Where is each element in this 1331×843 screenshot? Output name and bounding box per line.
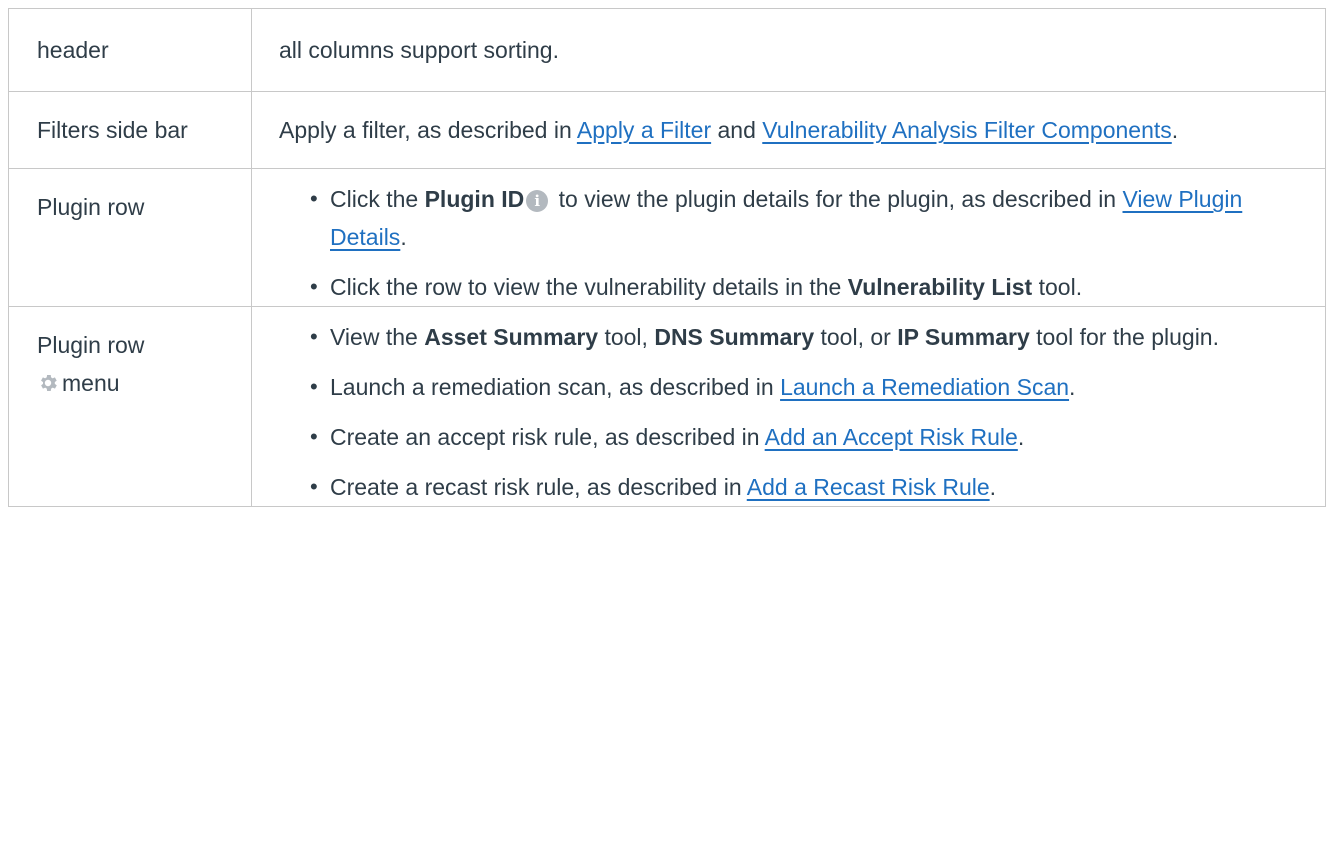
bullet-list: • Click the Plugin ID i to view the plugin… xyxy=(310,180,1305,306)
bullet: • xyxy=(310,474,318,499)
row-label-text: menu xyxy=(62,370,120,396)
list-item: • View the Asset Summary tool, DNS Summar… xyxy=(310,318,1305,356)
ip-summary-label: IP Summary xyxy=(897,324,1030,350)
table-row: Plugin row menu • View the Asset Summary t… xyxy=(8,306,1326,507)
item-text: to view the plugin details for the plugi… xyxy=(552,186,1123,212)
info-icon[interactable]: i xyxy=(526,190,549,212)
apply-a-filter-link[interactable]: Apply a Filter xyxy=(577,117,711,143)
bullet: • xyxy=(310,324,318,349)
item-text: View the xyxy=(330,324,425,350)
bullet: • xyxy=(310,274,318,299)
list-item: • Click the Plugin ID i to view the plugin… xyxy=(310,180,1305,256)
plugin-id-label: Plugin ID xyxy=(424,186,525,212)
description-text: and xyxy=(711,117,763,143)
row-label: Filters side bar xyxy=(8,91,252,169)
vulnerability-list-label: Vulnerability List xyxy=(847,274,1033,300)
vulnerability-analysis-filter-components-link[interactable]: Vulnerability Analysis Filter Components xyxy=(762,117,1172,143)
asset-summary-label: Asset Summary xyxy=(424,324,599,350)
item-text: tool for the plugin. xyxy=(1029,324,1219,350)
item-text: tool, or xyxy=(814,324,898,350)
launch-a-remediation-scan-link[interactable]: Launch a Remediation Scan xyxy=(780,374,1069,400)
table-row: Filters side bar Apply a filter, as desc… xyxy=(8,91,1326,169)
list-item: • Launch a remediation scan, as described… xyxy=(310,368,1305,406)
item-text: tool, xyxy=(598,324,655,350)
description-text: Apply a filter, as described in xyxy=(279,117,577,143)
item-text: Click the row to view the vulnerability … xyxy=(330,274,848,300)
item-text: Create a recast risk rule, as described … xyxy=(330,474,747,500)
bullet: • xyxy=(310,424,318,449)
list-item: • Create an accept risk rule, as describe… xyxy=(310,418,1305,456)
row-label-text: Plugin row xyxy=(37,332,145,358)
row-label: Plugin row xyxy=(8,168,252,307)
list-item: • Create a recast risk rule, as described… xyxy=(310,468,1305,506)
description-text: . xyxy=(1171,117,1179,143)
document-page: header all columns support sorting. Filt… xyxy=(0,0,1331,843)
bullet: • xyxy=(310,186,318,211)
row-label: Plugin row menu xyxy=(8,306,252,507)
item-text: Create an accept risk rule, as described… xyxy=(330,424,765,450)
bullet-list: • View the Asset Summary tool, DNS Summar… xyxy=(310,318,1305,506)
gear-icon xyxy=(41,375,57,391)
table-row: header all columns support sorting. xyxy=(8,8,1326,92)
row-description: • View the Asset Summary tool, DNS Summar… xyxy=(251,306,1326,507)
item-text: Launch a remediation scan, as described … xyxy=(330,374,781,400)
item-text: tool. xyxy=(1032,274,1083,300)
add-a-recast-risk-rule-link[interactable]: Add a Recast Risk Rule xyxy=(747,474,990,500)
table-row: Plugin row • Click the Plugin ID i to view… xyxy=(8,168,1326,307)
item-text: . xyxy=(1069,374,1076,400)
row-label: header xyxy=(8,8,252,92)
item-text: . xyxy=(1017,424,1025,450)
row-description: all columns support sorting. xyxy=(251,8,1326,92)
item-text: . xyxy=(400,224,407,250)
row-description: Apply a filter, as described in Apply a … xyxy=(251,91,1326,169)
item-text: Click the xyxy=(330,186,425,212)
reference-table: header all columns support sorting. Filt… xyxy=(8,8,1326,507)
item-text: . xyxy=(989,474,997,500)
add-an-accept-risk-rule-link[interactable]: Add an Accept Risk Rule xyxy=(765,424,1018,450)
row-description: • Click the Plugin ID i to view the plugin… xyxy=(251,168,1326,307)
list-item: • Click the row to view the vulnerability… xyxy=(310,268,1305,306)
dns-summary-label: DNS Summary xyxy=(654,324,815,350)
bullet: • xyxy=(310,374,318,399)
